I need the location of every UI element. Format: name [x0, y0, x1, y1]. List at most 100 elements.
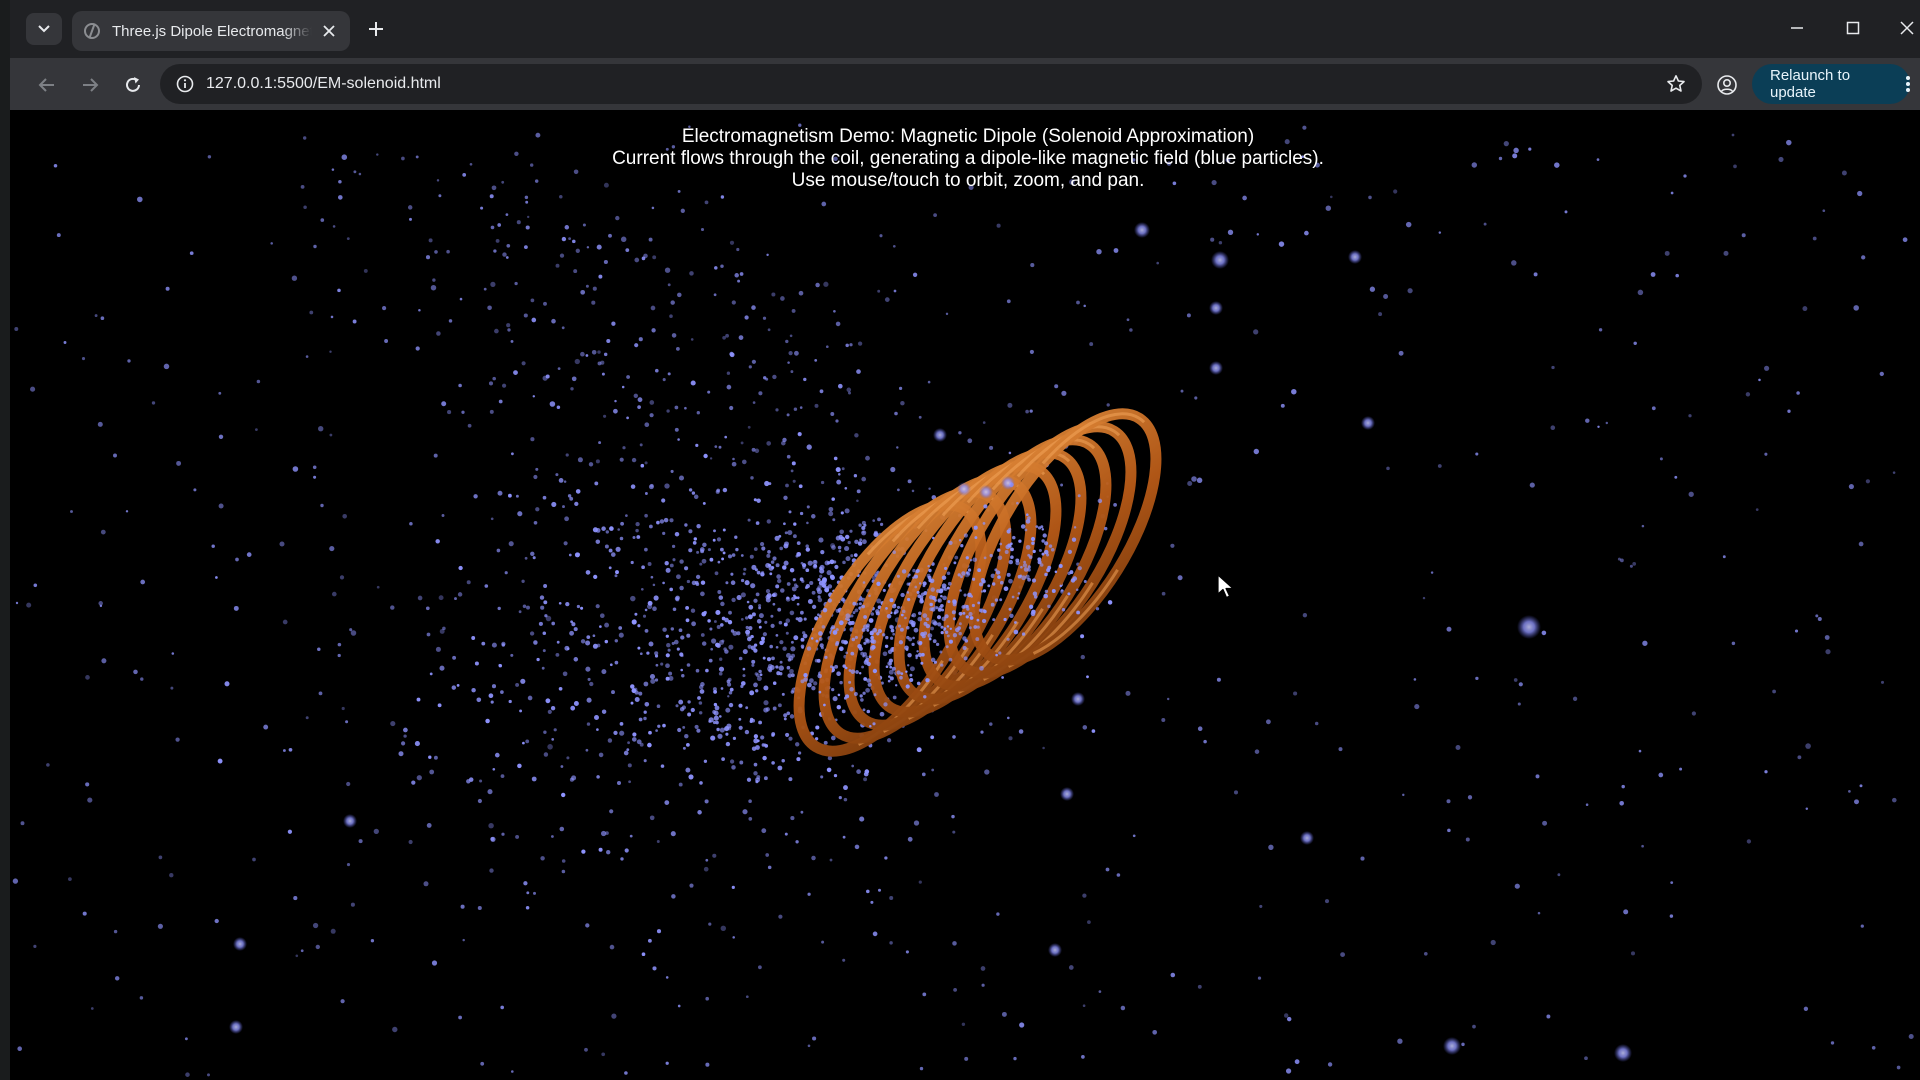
- field-particle: [884, 297, 890, 302]
- field-particle: [701, 641, 707, 646]
- field-particle: [818, 614, 822, 618]
- field-particle: [702, 542, 707, 548]
- url-text[interactable]: 127.0.0.1:5500/EM-solenoid.html: [206, 75, 441, 93]
- field-particle: [716, 537, 722, 542]
- field-particle: [193, 488, 197, 492]
- field-particle: [1407, 288, 1413, 294]
- field-particle: [819, 643, 824, 648]
- field-particle: [483, 287, 487, 291]
- field-particle: [952, 830, 956, 834]
- field-particle: [995, 570, 1001, 575]
- field-particle: [755, 521, 760, 525]
- more-vertical-icon[interactable]: [1906, 76, 1911, 92]
- field-particle: [851, 637, 856, 642]
- field-particle: [1542, 820, 1548, 826]
- field-particle: [751, 564, 757, 570]
- field-particle: [1083, 579, 1087, 584]
- field-particle: [312, 465, 317, 470]
- field-particle: [1044, 541, 1049, 546]
- field-particle: [510, 452, 514, 456]
- field-particle: [820, 549, 825, 555]
- field-particle: [1908, 1033, 1914, 1040]
- field-particle: [837, 383, 843, 389]
- field-particle: [761, 828, 767, 834]
- field-particle: [887, 679, 891, 683]
- field-particle: [787, 673, 792, 678]
- arrow-right-icon[interactable]: [73, 68, 107, 102]
- field-particle: [731, 300, 736, 305]
- three-scene-canvas[interactable]: [10, 110, 1920, 1080]
- field-particle: [861, 476, 867, 482]
- field-particle: [870, 900, 874, 904]
- field-particle: [1283, 1013, 1289, 1018]
- field-particle: [1041, 539, 1045, 543]
- field-particle: [834, 642, 839, 647]
- field-particle: [690, 338, 694, 341]
- field-particle: [1650, 272, 1656, 277]
- close-icon[interactable]: [320, 22, 338, 40]
- field-particle: [1691, 711, 1697, 716]
- field-particle: [270, 242, 273, 245]
- field-particle: [912, 272, 918, 277]
- field-particle: [295, 954, 299, 958]
- field-particle: [515, 834, 520, 839]
- field-particle: [589, 681, 594, 687]
- address-bar[interactable]: 127.0.0.1:5500/EM-solenoid.html: [160, 64, 1702, 104]
- info-icon[interactable]: [176, 75, 194, 93]
- field-particle: [525, 905, 530, 910]
- relaunch-button[interactable]: Relaunch to update: [1752, 64, 1911, 104]
- field-particle: [535, 507, 540, 512]
- reload-icon[interactable]: [116, 68, 150, 102]
- field-particle: [806, 521, 809, 525]
- field-particle: [720, 687, 724, 690]
- field-particle: [884, 856, 888, 860]
- field-particle: [857, 341, 863, 346]
- field-particle: [513, 370, 518, 375]
- field-particle: [1035, 525, 1039, 528]
- field-particle: [627, 763, 632, 768]
- field-particle: [341, 706, 345, 711]
- field-particle: [824, 655, 828, 660]
- page-viewport[interactable]: Electromagnetism Demo: Magnetic Dipole (…: [10, 110, 1920, 1080]
- field-particle: [742, 667, 746, 671]
- field-particle: [866, 661, 871, 667]
- field-particle: [759, 673, 763, 677]
- tab-active[interactable]: Three.js Dipole Electromagnetism Demo: [72, 11, 350, 51]
- field-particle: [772, 706, 777, 711]
- field-particle: [1042, 746, 1045, 750]
- field-particle: [869, 724, 872, 728]
- field-particle: [417, 595, 423, 601]
- field-particle: [1620, 558, 1624, 563]
- field-particle: [1348, 250, 1362, 264]
- close-window-icon[interactable]: [1884, 10, 1920, 46]
- field-particle: [619, 457, 624, 462]
- minimize-icon[interactable]: [1774, 10, 1820, 46]
- field-particle: [728, 702, 734, 708]
- profile-icon[interactable]: [1710, 68, 1744, 102]
- field-particle: [677, 1004, 681, 1008]
- field-particle: [90, 1007, 94, 1010]
- field-particle: [714, 266, 718, 270]
- chevron-down-icon[interactable]: [26, 13, 62, 45]
- field-particle: [848, 391, 851, 395]
- field-particle: [576, 604, 581, 609]
- field-particle: [954, 555, 959, 560]
- field-particle: [619, 722, 624, 726]
- field-particle: [558, 478, 564, 483]
- field-particle: [1550, 425, 1556, 431]
- maximize-icon[interactable]: [1830, 10, 1876, 46]
- field-particle: [783, 717, 787, 721]
- star-icon[interactable]: [1664, 72, 1688, 96]
- field-particle: [668, 671, 673, 676]
- field-particle: [1077, 494, 1081, 498]
- field-particle: [561, 792, 566, 798]
- field-particle: [14, 327, 19, 331]
- field-particle: [665, 567, 671, 573]
- field-particle: [559, 253, 565, 258]
- field-particle: [688, 548, 693, 553]
- field-particle: [1513, 678, 1518, 682]
- field-particle: [70, 510, 73, 513]
- plus-icon[interactable]: [360, 13, 392, 45]
- field-particle: [17, 1046, 22, 1051]
- arrow-left-icon[interactable]: [30, 68, 64, 102]
